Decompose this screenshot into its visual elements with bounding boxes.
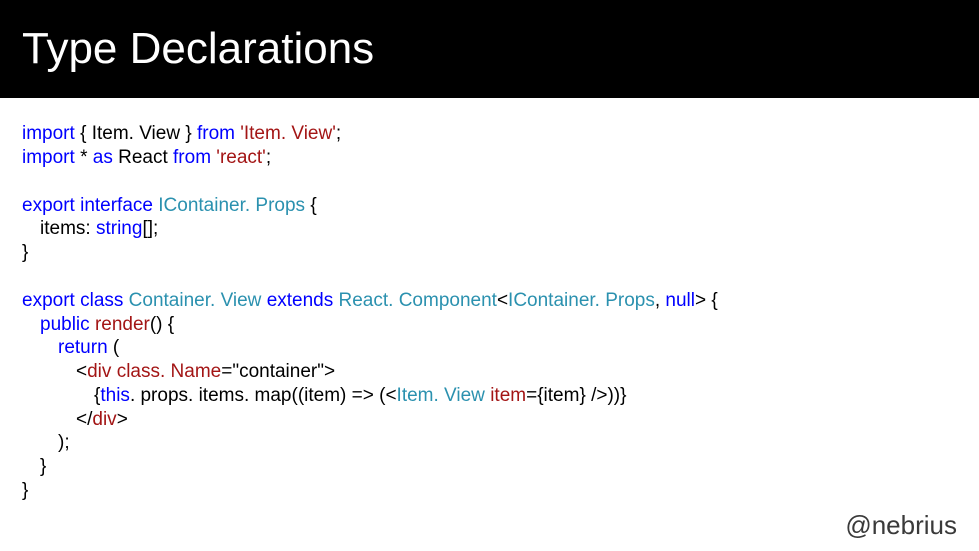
text: <	[76, 409, 87, 430]
tag-name: div	[92, 409, 116, 430]
code-line: );	[22, 431, 957, 455]
attr-name: class. Name	[117, 361, 222, 382]
kw-import: import	[22, 147, 75, 168]
kw-null: null	[665, 290, 695, 311]
kw-export: export	[22, 195, 75, 216]
text: :	[85, 218, 96, 239]
text: }	[40, 456, 46, 477]
method-name: render	[95, 314, 150, 335]
text: > {	[695, 290, 718, 311]
prop-name: item	[490, 385, 526, 406]
type-name: IContainer. Props	[508, 290, 655, 311]
code-line: export class Container. View extends Rea…	[22, 289, 957, 313]
text: {	[75, 123, 92, 144]
code-line: }	[22, 455, 957, 479]
code-block: import { Item. View } from 'Item. View';…	[0, 98, 979, 503]
text: <	[497, 290, 508, 311]
string: 'Item. View'	[235, 123, 336, 144]
text: }	[22, 242, 28, 263]
code-line: <div class. Name="container">	[22, 360, 957, 384]
blank-line	[22, 170, 957, 194]
type-name: IContainer. Props	[158, 195, 305, 216]
footer-handle: @nebrius	[845, 510, 957, 541]
code-line: public render() {	[22, 313, 957, 337]
text: [];	[142, 218, 158, 239]
text: . props. items. map((item) => (<	[130, 385, 397, 406]
text: =	[221, 361, 232, 382]
code-line: export interface IContainer. Props {	[22, 194, 957, 218]
text: }	[22, 480, 28, 501]
type: string	[96, 218, 142, 239]
kw-this: this	[100, 385, 130, 406]
code-line: {this. props. items. map((item) => (<Ite…	[22, 384, 957, 408]
text: >	[117, 409, 128, 430]
text: Item. View	[92, 123, 180, 144]
code-line: return (	[22, 336, 957, 360]
type-name: React. Component	[339, 290, 497, 311]
attr-value: "container"	[232, 361, 324, 382]
kw-class: class	[80, 290, 123, 311]
slide-title: Type Declarations	[22, 24, 374, 74]
text: () {	[150, 314, 174, 335]
kw-from: from	[173, 147, 211, 168]
text: {item}	[537, 385, 586, 406]
text: items	[40, 218, 85, 239]
slide-header: Type Declarations	[0, 0, 979, 98]
kw-interface: interface	[80, 195, 153, 216]
kw-import: import	[22, 123, 75, 144]
code-line: import * as React from 'react';	[22, 146, 957, 170]
kw-extends: extends	[267, 290, 334, 311]
code-line: import { Item. View } from 'Item. View';	[22, 122, 957, 146]
kw-export: export	[22, 290, 75, 311]
text: ;	[336, 123, 341, 144]
text: );	[58, 432, 70, 453]
text: React	[113, 147, 173, 168]
string: 'react'	[211, 147, 266, 168]
text: (	[108, 337, 120, 358]
text: *	[75, 147, 93, 168]
kw-as: as	[93, 147, 113, 168]
kw-return: return	[58, 337, 108, 358]
code-line: }	[22, 241, 957, 265]
tag-name: div	[87, 361, 111, 382]
component-name: Item. View	[397, 385, 485, 406]
text: {	[305, 195, 317, 216]
text: ;	[266, 147, 271, 168]
blank-line	[22, 265, 957, 289]
text: />))}	[591, 385, 626, 406]
text: >	[324, 361, 335, 382]
code-line: </div>	[22, 408, 957, 432]
class-name: Container. View	[129, 290, 262, 311]
text: ,	[655, 290, 666, 311]
kw-public: public	[40, 314, 90, 335]
text: <	[76, 361, 87, 382]
text: }	[180, 123, 197, 144]
code-line: items: string[];	[22, 217, 957, 241]
kw-from: from	[197, 123, 235, 144]
code-line: }	[22, 479, 957, 503]
text: =	[526, 385, 537, 406]
